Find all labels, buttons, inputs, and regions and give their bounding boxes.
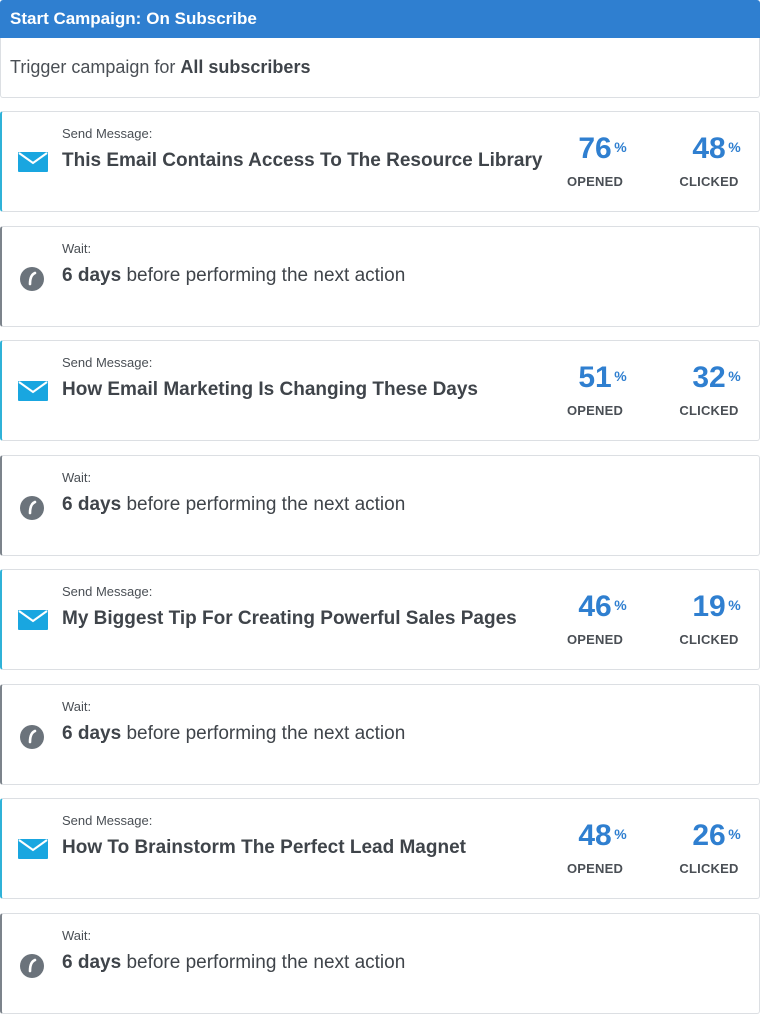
envelope-icon: [18, 839, 48, 859]
opened-caption: OPENED: [566, 861, 624, 876]
step-message-card[interactable]: Send Message: My Biggest Tip For Creatin…: [0, 569, 760, 670]
percent-sign: %: [614, 139, 627, 155]
percent-sign: %: [728, 826, 741, 842]
envelope-icon: [18, 610, 48, 630]
step-kicker: Send Message:: [62, 355, 153, 370]
wait-description: 6 days before performing the next action: [62, 265, 405, 287]
percent-sign: %: [728, 139, 741, 155]
step-kicker: Wait:: [62, 928, 92, 943]
opened-stat: 48% OPENED: [555, 819, 635, 876]
step-wait-card[interactable]: Wait: 6 days before performing the next …: [0, 226, 760, 327]
step-wait-card[interactable]: Wait: 6 days before performing the next …: [0, 913, 760, 1014]
percent-sign: %: [728, 597, 741, 613]
envelope-icon: [18, 381, 48, 401]
step-kicker: Wait:: [62, 699, 92, 714]
opened-value: 76: [578, 132, 612, 165]
step-wait-card[interactable]: Wait: 6 days before performing the next …: [0, 684, 760, 785]
clock-icon: [20, 725, 44, 749]
message-title[interactable]: This Email Contains Access To The Resour…: [62, 150, 542, 172]
opened-value: 48: [578, 819, 612, 852]
campaign-header-value: On Subscribe: [146, 9, 257, 28]
campaign-header: Start Campaign: On Subscribe: [0, 0, 760, 38]
trigger-panel: Trigger campaign for All subscribers: [0, 38, 760, 98]
clock-icon: [20, 267, 44, 291]
opened-value: 46: [578, 590, 612, 623]
message-title[interactable]: How Email Marketing Is Changing These Da…: [62, 379, 478, 401]
clicked-value: 19: [692, 590, 726, 623]
step-message-card[interactable]: Send Message: How To Brainstorm The Perf…: [0, 798, 760, 899]
step-kicker: Wait:: [62, 241, 92, 256]
opened-caption: OPENED: [566, 174, 624, 189]
percent-sign: %: [614, 597, 627, 613]
clicked-stat: 48% CLICKED: [669, 132, 749, 189]
clicked-value: 48: [692, 132, 726, 165]
clicked-stat: 26% CLICKED: [669, 819, 749, 876]
clicked-caption: CLICKED: [679, 174, 739, 189]
wait-rest: before performing the next action: [126, 265, 406, 286]
percent-sign: %: [728, 368, 741, 384]
wait-description: 6 days before performing the next action: [62, 494, 405, 516]
wait-rest: before performing the next action: [126, 723, 406, 744]
step-kicker: Wait:: [62, 470, 92, 485]
wait-duration: 6 days: [62, 723, 122, 744]
clock-icon: [20, 496, 44, 520]
clicked-caption: CLICKED: [679, 861, 739, 876]
clicked-stat: 32% CLICKED: [669, 361, 749, 418]
step-message-card[interactable]: Send Message: This Email Contains Access…: [0, 111, 760, 212]
clicked-value: 32: [692, 361, 726, 394]
percent-sign: %: [614, 368, 627, 384]
message-title[interactable]: How To Brainstorm The Perfect Lead Magne…: [62, 837, 466, 859]
wait-description: 6 days before performing the next action: [62, 723, 405, 745]
clicked-caption: CLICKED: [679, 403, 739, 418]
wait-duration: 6 days: [62, 952, 122, 973]
step-kicker: Send Message:: [62, 584, 153, 599]
step-kicker: Send Message:: [62, 126, 153, 141]
wait-duration: 6 days: [62, 265, 122, 286]
envelope-icon: [18, 152, 48, 172]
opened-caption: OPENED: [566, 632, 624, 647]
wait-rest: before performing the next action: [126, 494, 406, 515]
clicked-caption: CLICKED: [679, 632, 739, 647]
wait-rest: before performing the next action: [126, 952, 406, 973]
clock-icon: [20, 954, 44, 978]
opened-value: 51: [578, 361, 612, 394]
clicked-stat: 19% CLICKED: [669, 590, 749, 647]
opened-stat: 51% OPENED: [555, 361, 635, 418]
percent-sign: %: [614, 826, 627, 842]
wait-duration: 6 days: [62, 494, 122, 515]
opened-caption: OPENED: [566, 403, 624, 418]
step-message-card[interactable]: Send Message: How Email Marketing Is Cha…: [0, 340, 760, 441]
clicked-value: 26: [692, 819, 726, 852]
step-kicker: Send Message:: [62, 813, 153, 828]
opened-stat: 76% OPENED: [555, 132, 635, 189]
opened-stat: 46% OPENED: [555, 590, 635, 647]
trigger-value: All subscribers: [180, 57, 311, 77]
message-title[interactable]: My Biggest Tip For Creating Powerful Sal…: [62, 608, 517, 630]
step-wait-card[interactable]: Wait: 6 days before performing the next …: [0, 455, 760, 556]
campaign-header-label: Start Campaign:: [10, 9, 142, 28]
trigger-label: Trigger campaign for: [10, 57, 176, 77]
wait-description: 6 days before performing the next action: [62, 952, 405, 974]
